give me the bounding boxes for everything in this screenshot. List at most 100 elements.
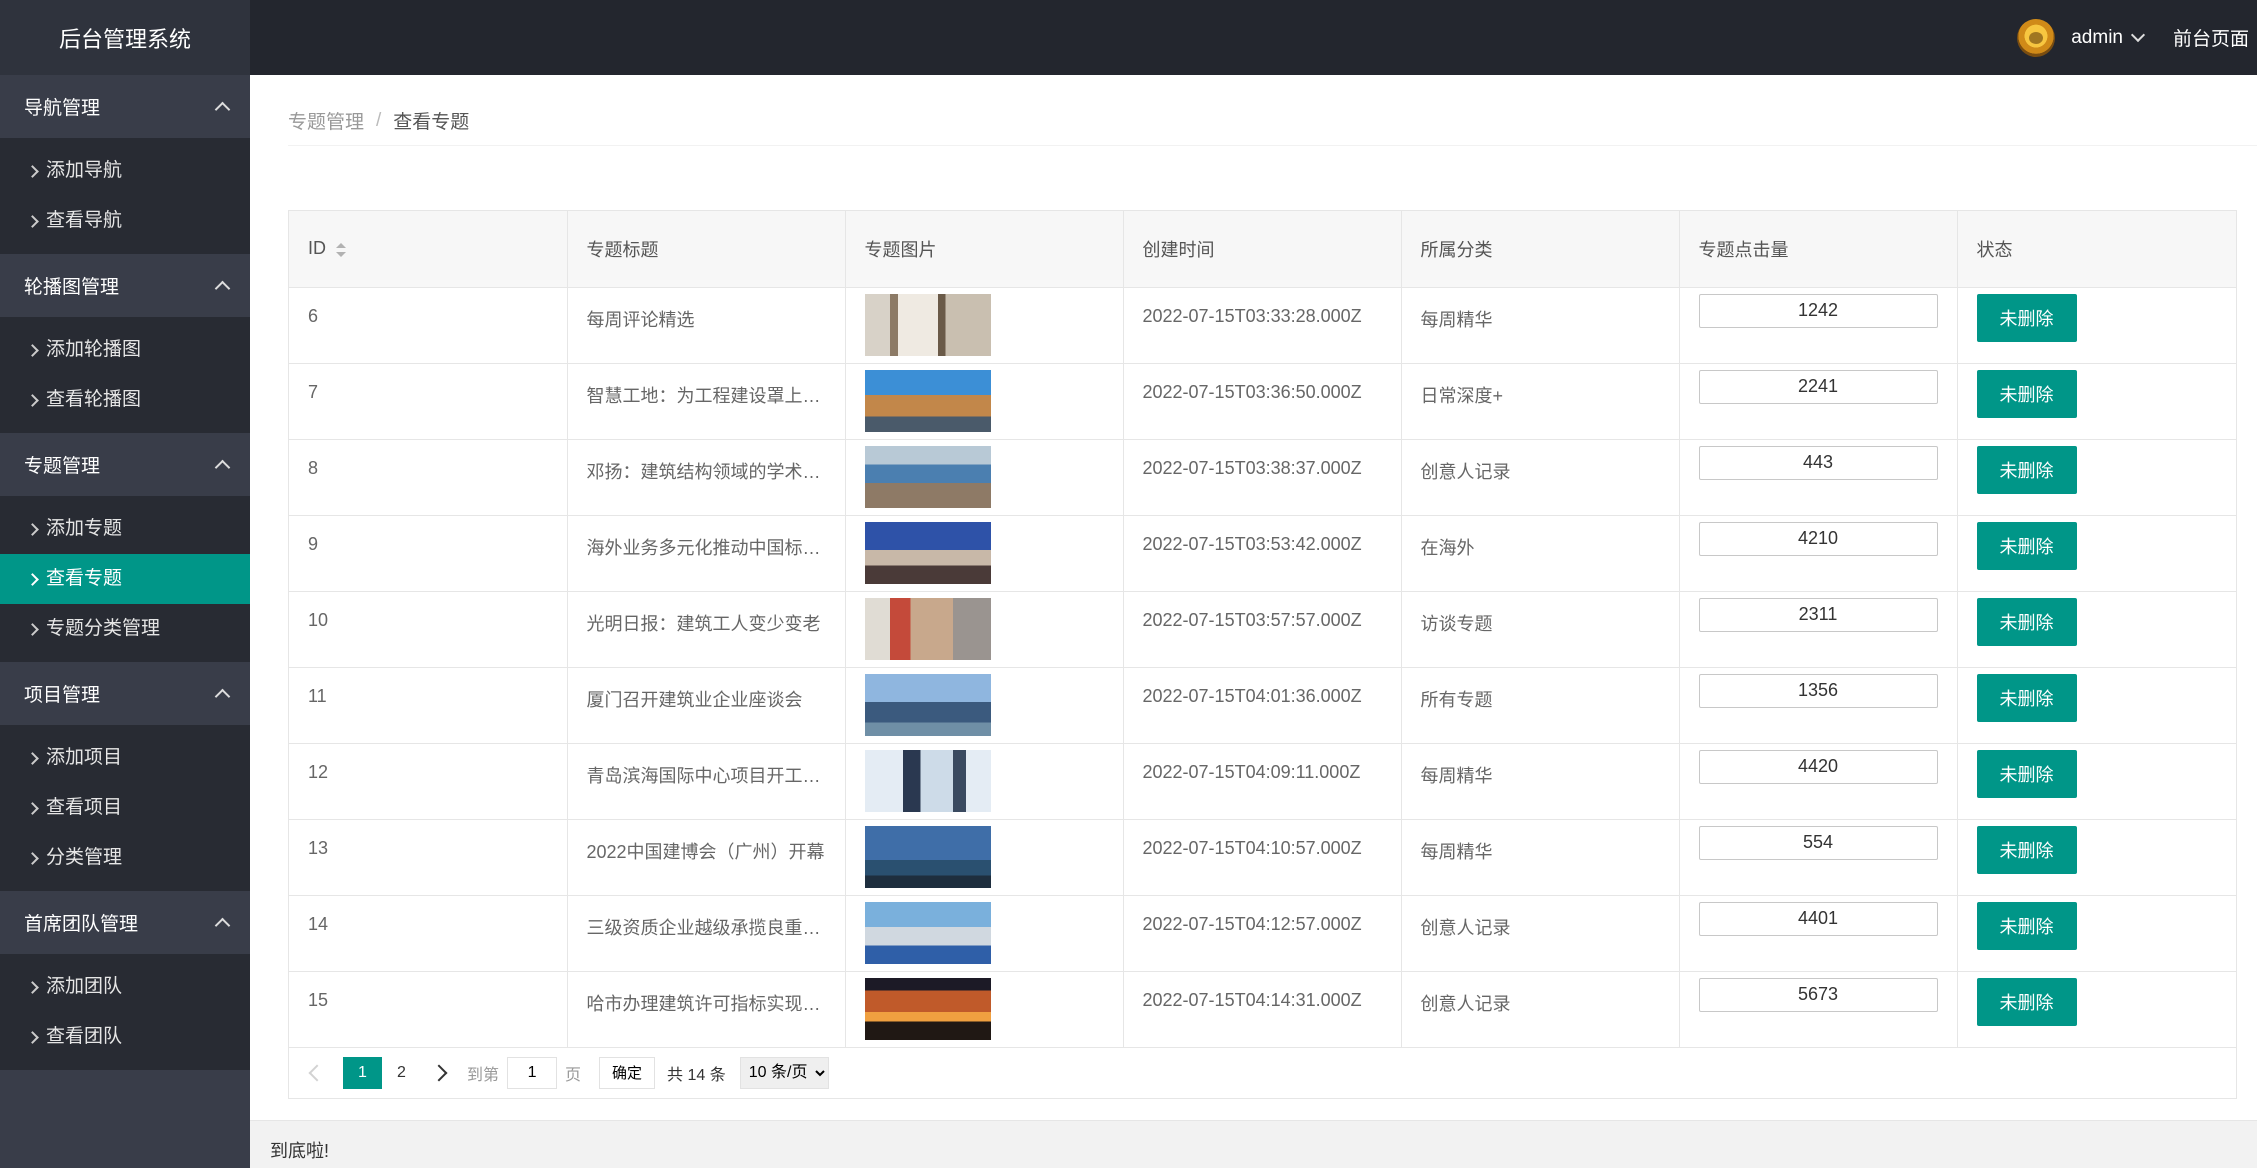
cell-image <box>845 819 1124 896</box>
nav-group-title[interactable]: 项目管理 <box>0 662 250 725</box>
cell-id: 10 <box>289 591 568 668</box>
chevron-left-icon[interactable] <box>308 1064 326 1081</box>
sidebar-item-view-team[interactable]: 查看团队 <box>0 1012 250 1062</box>
chevron-up-icon <box>214 280 231 297</box>
sidebar-item-add-nav[interactable]: 添加导航 <box>0 146 250 196</box>
sidebar-item-category[interactable]: 分类管理 <box>0 833 250 883</box>
status-button[interactable]: 未删除 <box>1976 977 2077 1026</box>
clicks-input[interactable] <box>1698 521 1938 556</box>
sidebar-item-add-project[interactable]: 添加项目 <box>0 733 250 783</box>
cell-created: 2022-07-15T03:53:42.000Z <box>1123 515 1402 592</box>
cell-id: 11 <box>289 667 568 744</box>
status-button[interactable]: 未删除 <box>1976 369 2077 418</box>
column-header-image: 专题图片 <box>845 211 1124 288</box>
topic-thumbnail <box>864 749 991 812</box>
top-header: 后台管理系统 admin 前台页面 <box>0 0 2257 75</box>
cell-status: 未删除 <box>1957 667 2236 744</box>
cell-status: 未删除 <box>1957 439 2236 516</box>
footer: 到底啦! <box>250 1120 2257 1168</box>
chevron-up-icon <box>214 101 231 118</box>
status-button[interactable]: 未删除 <box>1976 521 2077 570</box>
chevron-up-icon <box>214 688 231 705</box>
clicks-input[interactable] <box>1698 901 1938 936</box>
status-button[interactable]: 未删除 <box>1976 445 2077 494</box>
sidebar-item-topic-category[interactable]: 专题分类管理 <box>0 604 250 654</box>
cell-image <box>845 971 1124 1048</box>
cell-image <box>845 591 1124 668</box>
user-menu[interactable]: admin <box>2071 27 2146 49</box>
clicks-input[interactable] <box>1698 673 1938 708</box>
clicks-input[interactable] <box>1698 293 1938 328</box>
nav-group-title[interactable]: 专题管理 <box>0 433 250 496</box>
chevron-right-icon <box>26 1030 39 1044</box>
goto-confirm-button[interactable]: 确定 <box>599 1056 656 1089</box>
page-size-select[interactable]: 10 条/页 <box>739 1056 829 1089</box>
chevron-right-icon <box>26 801 39 815</box>
cell-image <box>845 363 1124 440</box>
cell-title: 青岛滨海国际中心项目开工… <box>567 743 846 820</box>
sidebar-item-view-nav[interactable]: 查看导航 <box>0 196 250 246</box>
cell-title: 海外业务多元化推动中国标… <box>567 515 846 592</box>
column-header-id[interactable]: ID <box>289 211 568 288</box>
cell-created: 2022-07-15T03:57:57.000Z <box>1123 591 1402 668</box>
cell-category: 每周精华 <box>1401 743 1680 820</box>
cell-status: 未删除 <box>1957 363 2236 440</box>
sort-icon[interactable] <box>336 242 346 257</box>
cell-clicks <box>1679 743 1958 820</box>
cell-category: 创意人记录 <box>1401 439 1680 516</box>
chevron-right-icon <box>26 522 39 536</box>
status-button[interactable]: 未删除 <box>1976 597 2077 646</box>
sidebar-item-view-project[interactable]: 查看项目 <box>0 783 250 833</box>
cell-image <box>845 743 1124 820</box>
cell-category: 每周精华 <box>1401 819 1680 896</box>
chevron-right-icon <box>26 393 39 407</box>
sidebar-item-add-carousel[interactable]: 添加轮播图 <box>0 325 250 375</box>
clicks-input[interactable] <box>1698 597 1938 632</box>
clicks-input[interactable] <box>1698 749 1938 784</box>
cell-clicks <box>1679 591 1958 668</box>
clicks-input[interactable] <box>1698 445 1938 480</box>
cell-id: 13 <box>289 819 568 896</box>
table-row: 14 三级资质企业越级承揽良重… 2022-07-15T04:12:57.000… <box>289 895 2236 972</box>
user-avatar[interactable] <box>2017 18 2056 57</box>
sidebar-item-view-topic[interactable]: 查看专题 <box>0 554 250 604</box>
nav-group-title[interactable]: 轮播图管理 <box>0 254 250 317</box>
breadcrumb-parent[interactable]: 专题管理 <box>288 107 364 134</box>
chevron-right-icon <box>26 622 39 636</box>
sidebar-item-add-team[interactable]: 添加团队 <box>0 962 250 1012</box>
topic-thumbnail <box>864 293 991 356</box>
status-button[interactable]: 未删除 <box>1976 901 2077 950</box>
sidebar-item-add-topic[interactable]: 添加专题 <box>0 504 250 554</box>
cell-status: 未删除 <box>1957 287 2236 364</box>
cell-created: 2022-07-15T03:38:37.000Z <box>1123 439 1402 516</box>
status-button[interactable]: 未删除 <box>1976 749 2077 798</box>
column-header-status: 状态 <box>1957 211 2236 288</box>
clicks-input[interactable] <box>1698 825 1938 860</box>
cell-clicks <box>1679 819 1958 896</box>
chevron-right-icon[interactable] <box>430 1064 448 1081</box>
cell-category: 在海外 <box>1401 515 1680 592</box>
sidebar: 导航管理 添加导航 查看导航 轮播图管理 添加轮播图 查看轮播图 专题管理 添加… <box>0 75 250 1168</box>
status-button[interactable]: 未删除 <box>1976 673 2077 722</box>
cell-title: 哈市办理建筑许可指标实现“… <box>567 971 846 1048</box>
status-button[interactable]: 未删除 <box>1976 825 2077 874</box>
clicks-input[interactable] <box>1698 977 1938 1012</box>
nav-group-title[interactable]: 导航管理 <box>0 75 250 138</box>
nav-group-title[interactable]: 首席团队管理 <box>0 891 250 954</box>
front-page-link[interactable]: 前台页面 <box>2173 24 2249 51</box>
chevron-right-icon <box>26 343 39 357</box>
page-button-current[interactable]: 1 <box>343 1056 382 1089</box>
clicks-input[interactable] <box>1698 369 1938 404</box>
page-button[interactable]: 2 <box>382 1057 421 1089</box>
cell-category: 创意人记录 <box>1401 895 1680 972</box>
cell-id: 15 <box>289 971 568 1048</box>
cell-id: 14 <box>289 895 568 972</box>
chevron-right-icon <box>26 572 39 586</box>
status-button[interactable]: 未删除 <box>1976 293 2077 342</box>
goto-page-input[interactable] <box>507 1056 558 1089</box>
cell-image <box>845 515 1124 592</box>
topic-thumbnail <box>864 977 991 1040</box>
sidebar-item-view-carousel[interactable]: 查看轮播图 <box>0 375 250 425</box>
table-row: 11 厦门召开建筑业企业座谈会 2022-07-15T04:01:36.000Z… <box>289 667 2236 744</box>
cell-created: 2022-07-15T04:09:11.000Z <box>1123 743 1402 820</box>
